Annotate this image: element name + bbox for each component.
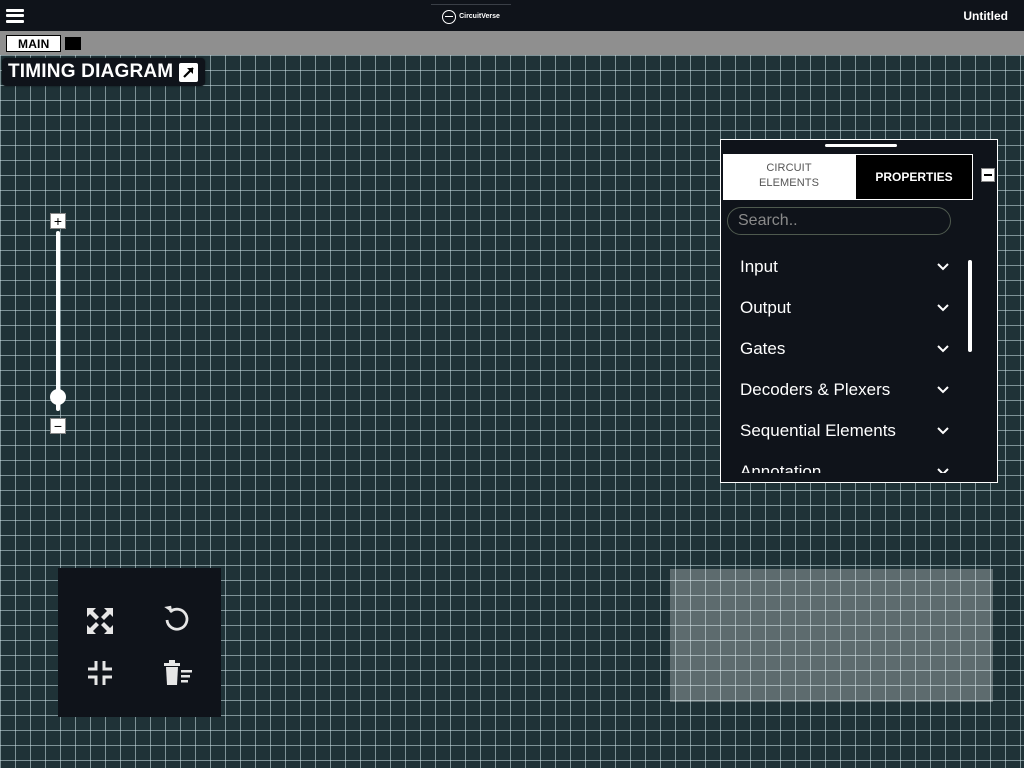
search-input[interactable] bbox=[727, 207, 951, 235]
category-label: Gates bbox=[740, 338, 786, 358]
hamburger-menu-icon[interactable] bbox=[6, 8, 24, 23]
logo-text: CircuitVerse bbox=[459, 13, 500, 20]
zoom-out-button[interactable]: − bbox=[50, 418, 66, 434]
zoom-slider-track[interactable] bbox=[56, 231, 60, 411]
chevron-down-icon bbox=[935, 259, 951, 275]
category-output[interactable]: Output bbox=[721, 287, 961, 328]
tab-circuit-elements-line2: ELEMENTS bbox=[758, 177, 820, 189]
chevron-down-icon bbox=[935, 382, 951, 398]
project-title[interactable]: Untitled bbox=[963, 9, 1008, 23]
logo-globe-icon bbox=[442, 9, 457, 24]
category-input[interactable]: Input bbox=[721, 246, 961, 287]
minimap-overlay bbox=[670, 569, 993, 702]
category-decoders-plexers[interactable]: Decoders & Plexers bbox=[721, 369, 961, 410]
tab-circuit-elements-line1: CIRCUIT bbox=[766, 162, 812, 174]
chevron-down-icon bbox=[935, 423, 951, 439]
panel-scrollbar[interactable] bbox=[968, 260, 972, 352]
category-label: Sequential Elements bbox=[740, 420, 896, 440]
timing-diagram-panel[interactable]: TIMING DIAGRAM bbox=[2, 58, 205, 86]
clear-all-icon[interactable] bbox=[162, 657, 194, 689]
category-gates[interactable]: Gates bbox=[721, 328, 961, 369]
panel-drag-handle[interactable] bbox=[825, 144, 897, 147]
circuit-tab-bar: MAIN bbox=[0, 31, 1024, 55]
add-tab-button[interactable] bbox=[65, 36, 82, 50]
chevron-down-icon bbox=[935, 464, 951, 473]
category-sequential-elements[interactable]: Sequential Elements bbox=[721, 410, 961, 451]
category-list: Input Output Gates Decoders & Plexers Se… bbox=[721, 246, 961, 473]
expand-arrow-icon[interactable] bbox=[179, 62, 199, 82]
quick-tools-panel bbox=[58, 568, 221, 717]
undo-icon[interactable] bbox=[161, 602, 193, 634]
category-label: Input bbox=[740, 256, 778, 276]
timing-diagram-label: TIMING DIAGRAM bbox=[8, 61, 174, 82]
tab-main[interactable]: MAIN bbox=[6, 34, 62, 52]
category-label: Output bbox=[740, 297, 792, 317]
category-annotation[interactable]: Annotation bbox=[721, 451, 961, 473]
chevron-down-icon bbox=[935, 341, 951, 357]
zoom-in-button[interactable]: + bbox=[50, 213, 66, 229]
zoom-slider-thumb[interactable] bbox=[50, 389, 66, 405]
category-label: Decoders & Plexers bbox=[740, 379, 891, 399]
top-navbar: CircuitVerse Untitled bbox=[0, 0, 1024, 31]
elements-panel: CIRCUIT ELEMENTS PROPERTIES Input Output… bbox=[720, 139, 998, 483]
chevron-down-icon bbox=[935, 300, 951, 316]
minimize-panel-icon[interactable] bbox=[981, 168, 995, 182]
circuitverse-logo[interactable]: CircuitVerse bbox=[431, 4, 511, 28]
fit-to-screen-icon[interactable] bbox=[84, 605, 116, 637]
exit-fullscreen-icon[interactable] bbox=[84, 657, 116, 689]
tab-circuit-elements[interactable]: CIRCUIT ELEMENTS bbox=[723, 154, 855, 200]
tab-properties[interactable]: PROPERTIES bbox=[855, 154, 973, 200]
category-label: Annotation bbox=[740, 461, 822, 474]
